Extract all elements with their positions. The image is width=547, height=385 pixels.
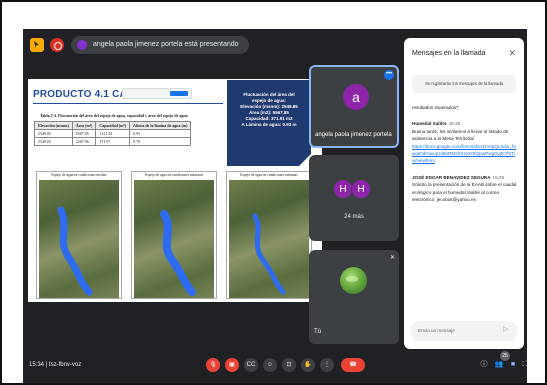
map-panel: Espejo de agua en condiciones mínimas bbox=[226, 171, 312, 299]
presenting-text: angela paola jimenez portela está presen… bbox=[93, 41, 239, 48]
shared-presentation: PRODUCTO 4.1 CAUDAL A Fluctuación del ár… bbox=[28, 79, 322, 302]
slide-toolbar-chip bbox=[122, 88, 192, 99]
info-icon[interactable]: ⓘ bbox=[478, 359, 490, 371]
table-header: Capacidad (m³) bbox=[95, 121, 130, 130]
self-label: Tú bbox=[314, 329, 322, 335]
more-options-button[interactable]: ⋮ bbox=[320, 358, 334, 372]
table-cell: 2267.96 bbox=[71, 137, 97, 146]
avatar: a bbox=[343, 84, 369, 110]
captions-button[interactable]: CC bbox=[244, 358, 258, 372]
raise-hand-button[interactable]: ✋ bbox=[301, 358, 315, 372]
meeting-info: 15:34 | tsz-fbnv-voz bbox=[29, 362, 81, 368]
table-cell: 371.97 bbox=[95, 137, 130, 146]
mic-off-icon: ✕ bbox=[389, 255, 395, 261]
more-options-icon[interactable]: ••• bbox=[384, 70, 394, 80]
chat-message-text: Buena tarde, les invitamos a llenar el l… bbox=[412, 128, 509, 142]
record-icon[interactable] bbox=[50, 38, 64, 52]
table-cell: 2549.85 bbox=[34, 129, 73, 138]
camera-off-button[interactable]: ▣ bbox=[225, 358, 239, 372]
table-header: Altura de la lámina de agua (m) bbox=[128, 121, 192, 130]
participant-name: angela paola jimenez portela bbox=[315, 132, 392, 138]
meeting-time: 15:34 bbox=[29, 362, 45, 368]
table-header: Área (m²) bbox=[71, 121, 97, 130]
bottom-bar: 15:34 | tsz-fbnv-voz 🎙 ▣ CC ☺ ⊡ ✋ ⋮ ☎ ⓘ … bbox=[23, 351, 527, 383]
leave-call-button[interactable]: ☎ bbox=[341, 358, 365, 372]
mic-off-button[interactable]: 🎙 bbox=[206, 358, 220, 372]
avatar bbox=[340, 267, 367, 294]
chat-messages: resultados esperados? Humedal Salitre 15:… bbox=[412, 104, 518, 203]
pointer-icon[interactable] bbox=[30, 38, 44, 52]
chat-message-text: Solicito la presentación de la EAAB sobr… bbox=[412, 182, 517, 203]
author-name: JOSÉ EDGAR BENAVIDEZ SEGURA bbox=[412, 174, 491, 180]
table-cell: 1121.54 bbox=[95, 129, 130, 138]
self-tile[interactable]: ✕ Tú bbox=[309, 250, 399, 344]
map-panel-caption: Espejo de agua en condiciones mínimas bbox=[240, 173, 298, 177]
table-cell: 0.93 bbox=[128, 129, 192, 138]
others-tile[interactable]: H H 24 más bbox=[309, 155, 399, 241]
table-row: 2549.05 2267.96 371.97 0.78 bbox=[34, 137, 192, 146]
chat-title: Mensajes en la llamada bbox=[412, 50, 486, 57]
avatar: H bbox=[333, 179, 353, 199]
chat-message-author: Humedal Salitre 15:28 bbox=[412, 120, 518, 127]
close-icon[interactable]: ✕ bbox=[508, 48, 516, 59]
table-cell: 0.78 bbox=[128, 137, 192, 146]
slide-title-rule bbox=[33, 103, 223, 104]
chat-icon[interactable]: ■ bbox=[507, 359, 519, 371]
slide-toolbar-button bbox=[170, 91, 188, 96]
table-cell: 2549.05 bbox=[34, 137, 73, 146]
slide-info-box: Fluctuación del área del espejo de agua:… bbox=[227, 80, 312, 167]
map-panel: Espejo de agua en condiciones medias bbox=[36, 171, 122, 299]
more-participants-count: 24 más bbox=[344, 214, 364, 220]
chat-message-author: JOSÉ EDGAR BENAVIDEZ SEGURA 15:28 bbox=[412, 174, 518, 181]
chat-input[interactable]: Envía un mensaje ▷ bbox=[410, 321, 518, 341]
top-bar: angela paola jimenez portela está presen… bbox=[23, 29, 403, 65]
map-panel-caption: Espejo de agua en condiciones medias bbox=[51, 173, 107, 177]
presenter-avatar-icon bbox=[77, 40, 87, 50]
present-button[interactable]: ⊡ bbox=[282, 358, 296, 372]
table-cell: 5567.85 bbox=[71, 129, 97, 138]
activities-icon[interactable]: ⛶ bbox=[519, 359, 527, 371]
table-header: Elevación (msnm) bbox=[34, 121, 73, 130]
presenting-banner[interactable]: angela paola jimenez portela está presen… bbox=[71, 36, 249, 54]
people-icon[interactable]: 👥 bbox=[493, 359, 505, 371]
table-caption: Tabla 2-4. Fluctuación del área del espe… bbox=[40, 113, 188, 118]
chat-input-placeholder: Envía un mensaje bbox=[418, 328, 455, 333]
aerial-map-image bbox=[229, 180, 309, 298]
presenter-tile[interactable]: ••• a angela paola jimenez portela bbox=[309, 65, 399, 148]
message-time: 15:28 bbox=[448, 121, 461, 127]
chat-message-link[interactable]: https://docs.google.com/forms/d/e/1FAIpQ… bbox=[412, 143, 518, 165]
message-time: 15:28 bbox=[492, 174, 505, 180]
chat-message-text: resultados esperados? bbox=[412, 105, 459, 110]
table-row: 2549.85 5567.85 1121.54 0.93 bbox=[34, 129, 192, 138]
meeting-code[interactable]: tsz-fbnv-voz bbox=[49, 362, 81, 368]
send-icon[interactable]: ▷ bbox=[503, 326, 511, 334]
avatar: H bbox=[351, 179, 371, 199]
map-panel: Espejo de agua en condiciones máximas bbox=[131, 171, 217, 299]
emoji-button[interactable]: ☺ bbox=[263, 358, 277, 372]
chat-panel: Mensajes en la llamada ✕ Se registrarán … bbox=[404, 38, 524, 349]
info-line: A Lámina de agua: 0.93 m bbox=[241, 122, 297, 127]
aerial-map-image bbox=[39, 180, 119, 298]
data-table: Elevación (msnm) Área (m²) Capacidad (m³… bbox=[34, 121, 192, 146]
aerial-map-image bbox=[134, 180, 214, 298]
chat-notice: Se registrarán los mensajes de la llamad… bbox=[412, 75, 516, 93]
screenshot-frame: angela paola jimenez portela está presen… bbox=[0, 0, 547, 385]
map-panel-caption: Espejo de agua en condiciones máximas bbox=[145, 173, 203, 177]
author-name: Humedal Salitre bbox=[412, 121, 447, 127]
meet-window: angela paola jimenez portela está presen… bbox=[23, 29, 527, 383]
